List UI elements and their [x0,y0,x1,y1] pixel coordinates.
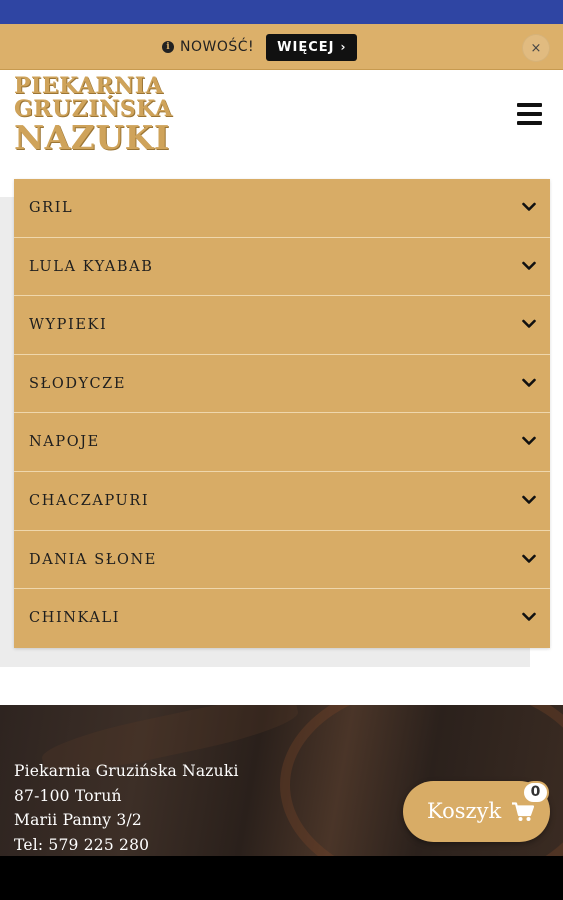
footer-street: Marii Panny 3/2 [14,811,142,829]
category-label: SŁODYCZE [29,375,127,392]
chevron-down-icon[interactable] [522,319,536,329]
cart-label: Koszyk [427,799,502,823]
category-item[interactable]: DANIA SŁONE [14,530,550,590]
shopping-cart-icon [512,802,534,821]
chevron-down-icon[interactable] [522,202,536,212]
site-header: PIEKARNIA GRUZIŃSKA NAZUKI [0,71,563,171]
category-label: CHACZAPURI [29,492,150,509]
category-menu: GRIL LULA KYABAB WYPIEKI SŁODYCZE NAPOJE CHAC… [14,179,550,648]
close-announcement-button[interactable]: × [522,34,550,62]
category-item[interactable]: LULA KYABAB [14,237,550,297]
category-item[interactable]: WYPIEKI [14,296,550,355]
category-item[interactable]: SŁODYCZE [14,354,550,414]
cart-count-badge: 0 [522,781,549,804]
category-label: WYPIEKI [29,317,108,334]
more-button[interactable]: WIĘCEJ › [266,33,358,61]
category-item[interactable]: GRIL [14,179,550,238]
status-bar [0,0,563,24]
category-label: CHINKALI [29,610,121,627]
announcement-bar: i NOWOŚĆ! WIĘCEJ › × [0,24,563,70]
category-label: GRIL [29,200,74,216]
logo-line-2: GRUZIŃSKA [14,96,173,122]
chevron-down-icon[interactable] [522,436,536,446]
announcement-content: i NOWOŚĆ! WIĘCEJ › [162,33,358,61]
announcement-text: NOWOŚĆ! [180,39,255,55]
hamburger-menu-icon[interactable] [517,103,542,125]
more-button-label: WIĘCEJ [277,39,335,55]
chevron-down-icon[interactable] [522,378,536,388]
chevron-down-icon[interactable] [522,495,536,505]
footer-city: 87-100 Toruń [14,786,122,805]
chevron-down-icon[interactable] [522,261,536,271]
category-label: DANIA SŁONE [29,551,157,568]
category-label: NAPOJE [29,434,100,451]
site-logo[interactable]: PIEKARNIA GRUZIŃSKA NAZUKI [14,75,184,154]
footer-business-name: Piekarnia Gruzińska Nazuki [14,762,239,780]
chevron-right-icon: › [340,40,347,54]
info-icon: i [162,41,174,53]
system-navigation-bar [0,856,563,900]
chevron-down-icon[interactable] [522,554,536,564]
footer-address: Piekarnia Gruzińska Nazuki 87-100 Toruń … [14,759,239,856]
footer-phone[interactable]: Tel: 579 225 280 [14,833,239,857]
logo-line-3: NAZUKI [14,118,170,157]
category-label: LULA KYABAB [29,258,154,275]
chevron-down-icon[interactable] [522,612,536,622]
logo-line-1: PIEKARNIA [14,73,164,99]
category-item[interactable]: CHACZAPURI [14,471,550,531]
category-item[interactable]: NAPOJE [14,413,550,472]
category-item[interactable]: CHINKALI [14,589,550,648]
